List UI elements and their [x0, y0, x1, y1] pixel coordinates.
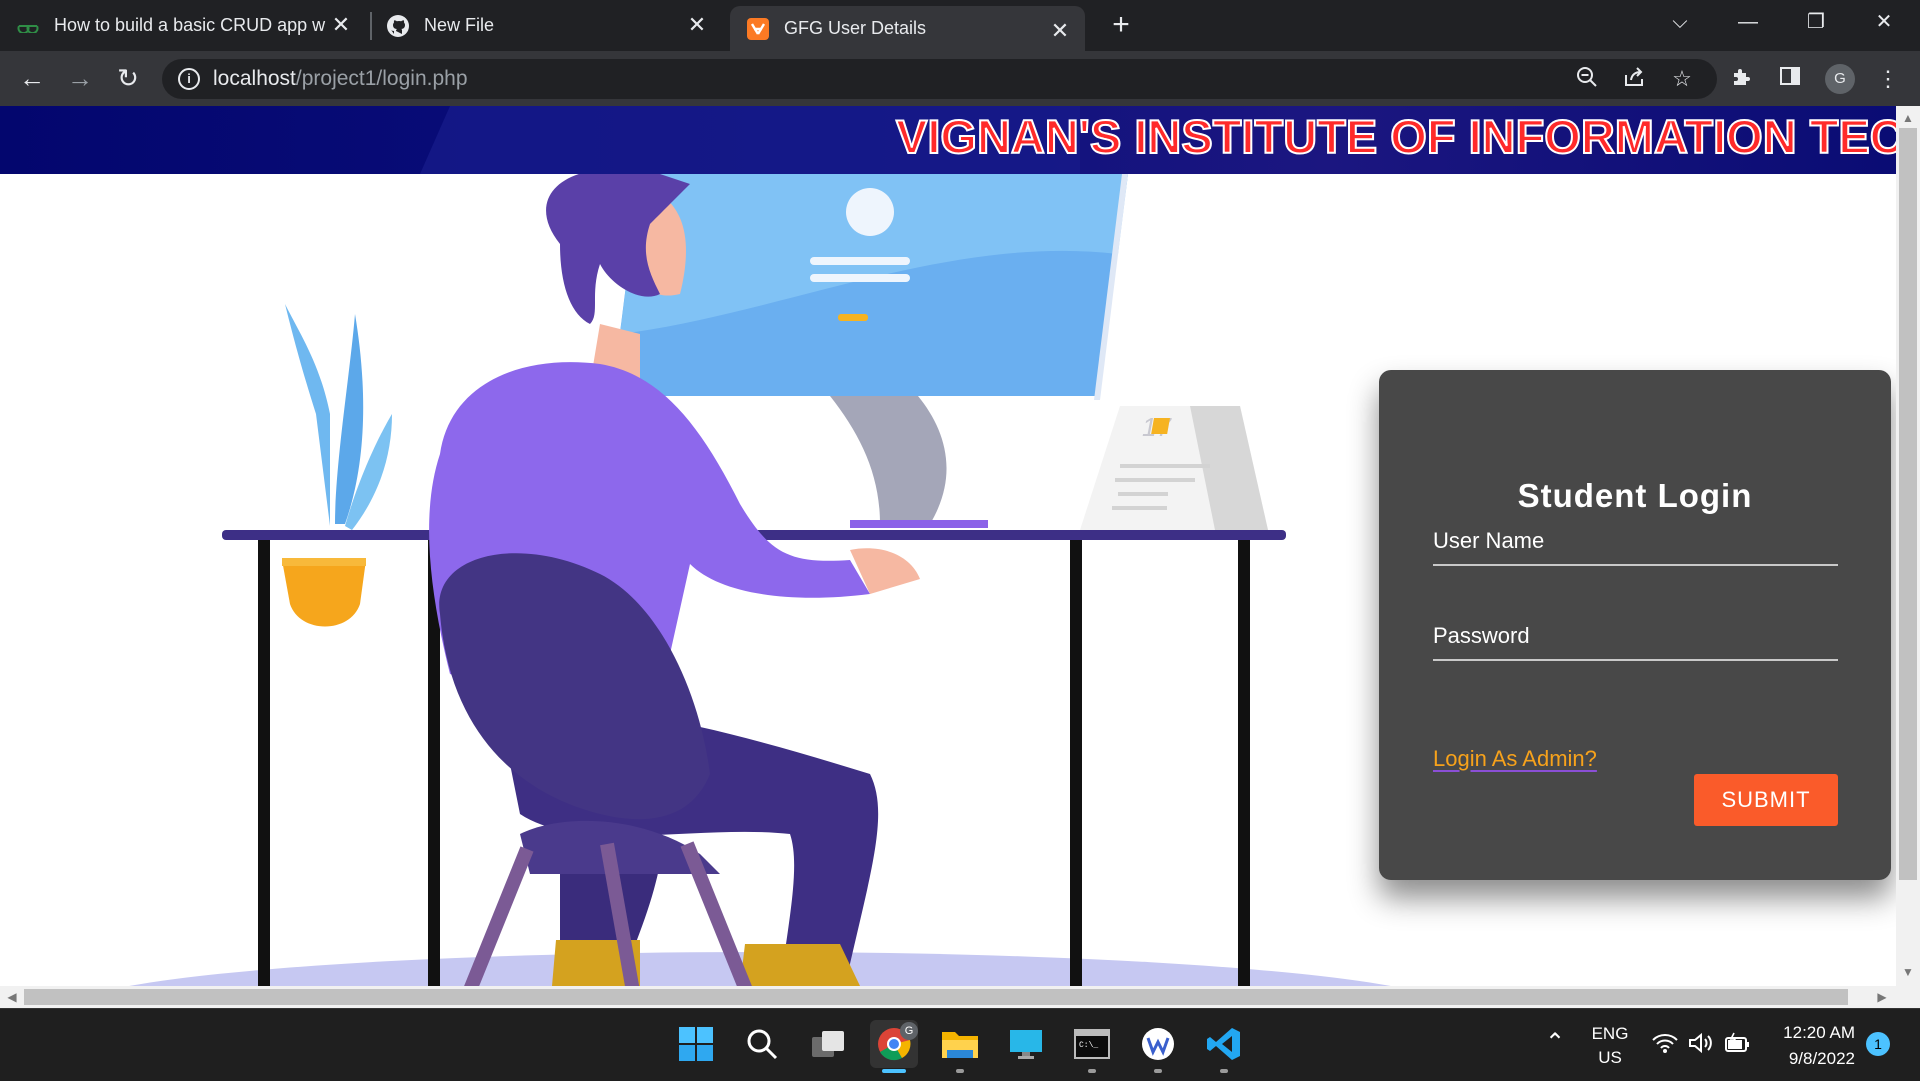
- login-title: Student Login: [1517, 477, 1753, 514]
- site-info-icon[interactable]: i: [178, 68, 200, 90]
- share-icon[interactable]: [1620, 65, 1648, 93]
- back-arrow-icon[interactable]: ←: [16, 62, 48, 94]
- clock[interactable]: 12:20 AM 9/8/2022: [1765, 1020, 1855, 1072]
- username-field[interactable]: User Name: [1433, 518, 1838, 566]
- search-icon[interactable]: [738, 1020, 786, 1068]
- geeksforgeeks-icon: [16, 14, 40, 38]
- url-text[interactable]: localhost/project1/login.php: [213, 65, 468, 93]
- login-as-admin-link[interactable]: Login As Admin?: [1433, 746, 1597, 772]
- clock-time: 12:20 AM: [1783, 1023, 1855, 1042]
- running-indicator: [1088, 1069, 1096, 1073]
- tab-new-file[interactable]: New File ✕: [386, 0, 722, 51]
- region-code: US: [1598, 1048, 1622, 1067]
- zoom-out-icon[interactable]: [1573, 65, 1601, 93]
- terminal-icon[interactable]: C:\_: [1068, 1020, 1116, 1068]
- remote-desktop-icon[interactable]: [1002, 1020, 1050, 1068]
- xampp-icon: [746, 17, 770, 41]
- institute-banner: VIGNAN'S INSTITUTE OF INFORMATION TEC: [0, 106, 1896, 174]
- scroll-up-arrow-icon[interactable]: ▲: [1898, 108, 1918, 128]
- student-login-card: Student Login User Name Password Login A…: [1379, 370, 1891, 880]
- close-tab-icon[interactable]: ✕: [684, 12, 710, 38]
- notification-badge[interactable]: 1: [1866, 1032, 1890, 1056]
- horizontal-scroll-thumb[interactable]: [24, 989, 1848, 1005]
- forward-arrow-icon[interactable]: →: [64, 62, 96, 94]
- profile-avatar[interactable]: G: [1825, 64, 1855, 94]
- close-tab-icon[interactable]: ✕: [1047, 18, 1073, 44]
- tab-title: How to build a basic CRUD app w: [54, 15, 326, 35]
- running-indicator: [956, 1069, 964, 1073]
- running-indicator: [1154, 1069, 1162, 1073]
- extensions-puzzle-icon[interactable]: [1728, 65, 1756, 93]
- github-icon: [386, 14, 410, 38]
- scroll-left-arrow-icon[interactable]: ◀: [2, 987, 22, 1007]
- tab-search-chevron-icon[interactable]: ⌵: [1652, 0, 1708, 44]
- screen-avatar-shape: [846, 188, 894, 236]
- wifi-icon[interactable]: [1652, 1032, 1678, 1059]
- username-label: User Name: [1433, 528, 1545, 553]
- person-shoe: [740, 944, 860, 986]
- battery-charging-icon[interactable]: [1724, 1032, 1752, 1059]
- wamp-server-icon[interactable]: [1134, 1020, 1182, 1068]
- new-tab-button[interactable]: +: [1105, 10, 1137, 42]
- running-indicator: [1220, 1069, 1228, 1073]
- file-explorer-icon[interactable]: [936, 1020, 984, 1068]
- scroll-down-arrow-icon[interactable]: ▼: [1898, 962, 1918, 982]
- submit-button[interactable]: SUBMIT: [1694, 774, 1838, 826]
- volume-icon[interactable]: [1688, 1032, 1714, 1059]
- menu-kebab-icon[interactable]: ⋮: [1874, 65, 1902, 93]
- bookmark-star-icon[interactable]: ☆: [1668, 65, 1696, 93]
- password-field[interactable]: Password: [1433, 613, 1838, 661]
- input-language-indicator[interactable]: ENG US: [1590, 1022, 1630, 1070]
- tab-crud-article[interactable]: How to build a basic CRUD app w ✕: [16, 0, 366, 51]
- minimize-icon[interactable]: —: [1720, 0, 1776, 44]
- window-close-icon[interactable]: ✕: [1856, 0, 1912, 44]
- password-label: Password: [1433, 623, 1530, 648]
- show-hidden-icons-chevron-icon[interactable]: ⌃: [1545, 1028, 1565, 1057]
- tab-gfg-user-details[interactable]: GFG User Details ✕: [730, 6, 1085, 51]
- url-path: /project1/login.php: [295, 67, 468, 90]
- side-panel-icon[interactable]: [1776, 65, 1804, 93]
- close-tab-icon[interactable]: ✕: [328, 12, 354, 38]
- task-view-icon[interactable]: [804, 1020, 852, 1068]
- url-host: localhost: [213, 67, 296, 90]
- monitor-stand: [830, 396, 947, 524]
- tab-title: New File: [424, 15, 495, 35]
- vscode-icon[interactable]: [1200, 1020, 1248, 1068]
- plant-pot: [282, 560, 366, 627]
- restore-icon[interactable]: ❐: [1788, 0, 1844, 44]
- language-code: ENG: [1591, 1024, 1629, 1043]
- svg-text:C:\_: C:\_: [1079, 1041, 1098, 1050]
- tab-title: GFG User Details: [784, 18, 927, 38]
- windows-start-icon[interactable]: [672, 1020, 720, 1068]
- scroll-right-arrow-icon[interactable]: ▶: [1872, 987, 1892, 1007]
- tab-divider: [370, 12, 372, 40]
- page-viewport: VIGNAN'S INSTITUTE OF INFORMATION TEC 17: [0, 106, 1896, 986]
- clock-date: 9/8/2022: [1788, 1049, 1855, 1068]
- vertical-scroll-thumb[interactable]: [1899, 128, 1917, 880]
- chrome-profile-badge: G: [900, 1022, 918, 1040]
- reload-icon[interactable]: ↻: [112, 62, 144, 94]
- banner-title: VIGNAN'S INSTITUTE OF INFORMATION TEC: [895, 109, 1896, 164]
- active-indicator: [882, 1069, 906, 1073]
